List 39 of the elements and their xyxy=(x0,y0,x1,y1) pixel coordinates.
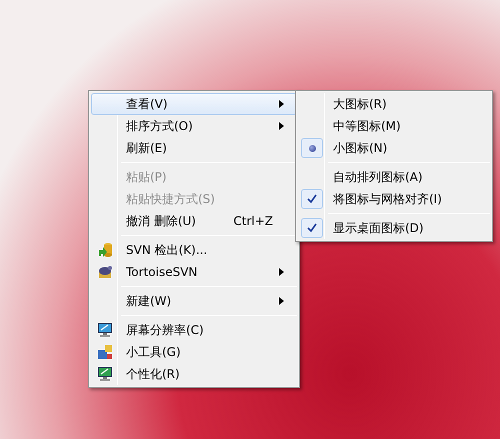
menu-item-label: 查看(V) xyxy=(126,96,168,113)
menu-item[interactable]: TortoiseSVN xyxy=(91,261,297,283)
menu-item-label: SVN 检出(K)... xyxy=(126,242,208,259)
menu-item-label: 撤消 删除(U) xyxy=(126,213,196,230)
menu-item-label: 大图标(R) xyxy=(333,96,387,113)
database-arrow-icon xyxy=(97,242,113,258)
menu-item-label: 自动排列图标(A) xyxy=(333,169,423,186)
menu-item-label: 排序方式(O) xyxy=(126,118,193,135)
menu-item[interactable]: 显示桌面图标(D) xyxy=(298,217,490,239)
menu-item[interactable]: 自动排列图标(A) xyxy=(298,166,490,188)
menu-item[interactable]: 刷新(E) xyxy=(91,137,297,159)
menu-item-label: 小图标(N) xyxy=(333,140,388,157)
menu-item-label: TortoiseSVN xyxy=(126,264,198,281)
menu-item[interactable]: 小工具(G) xyxy=(91,341,297,363)
menu-item-label: 新建(W) xyxy=(126,293,172,310)
menu-item[interactable]: 屏幕分辨率(C) xyxy=(91,319,297,341)
monitor-icon xyxy=(97,322,113,338)
gadgets-icon xyxy=(97,344,113,360)
menu-item-label: 屏幕分辨率(C) xyxy=(126,322,204,339)
menu-item-label: 小工具(G) xyxy=(126,344,181,361)
menu-item-label: 粘贴快捷方式(S) xyxy=(126,191,215,208)
menu-item[interactable]: 新建(W) xyxy=(91,290,297,312)
monitor-icon xyxy=(97,366,113,382)
menu-item-label: 刷新(E) xyxy=(126,140,167,157)
menu-item-label: 中等图标(M) xyxy=(333,118,401,135)
menu-item[interactable]: SVN 检出(K)... xyxy=(91,239,297,261)
menu-item[interactable]: 小图标(N) xyxy=(298,137,490,159)
menu-item[interactable]: 个性化(R) xyxy=(91,363,297,385)
menu-item-label: 个性化(R) xyxy=(126,366,180,383)
menu-item[interactable]: 查看(V) xyxy=(91,93,297,115)
menu-item[interactable]: 大图标(R) xyxy=(298,93,490,115)
menu-item[interactable]: 排序方式(O) xyxy=(91,115,297,137)
menu-item[interactable]: 中等图标(M) xyxy=(298,115,490,137)
menu-item-label: 将图标与网格对齐(I) xyxy=(333,191,442,208)
menu-item-label: 显示桌面图标(D) xyxy=(333,220,424,237)
menu-item[interactable]: 将图标与网格对齐(I) xyxy=(298,188,490,210)
menu-item[interactable]: 撤消 删除(U) Ctrl+Z xyxy=(91,210,297,232)
menu-item-label: 粘贴(P) xyxy=(126,169,167,186)
shortcut-text: Ctrl+Z xyxy=(233,213,273,230)
